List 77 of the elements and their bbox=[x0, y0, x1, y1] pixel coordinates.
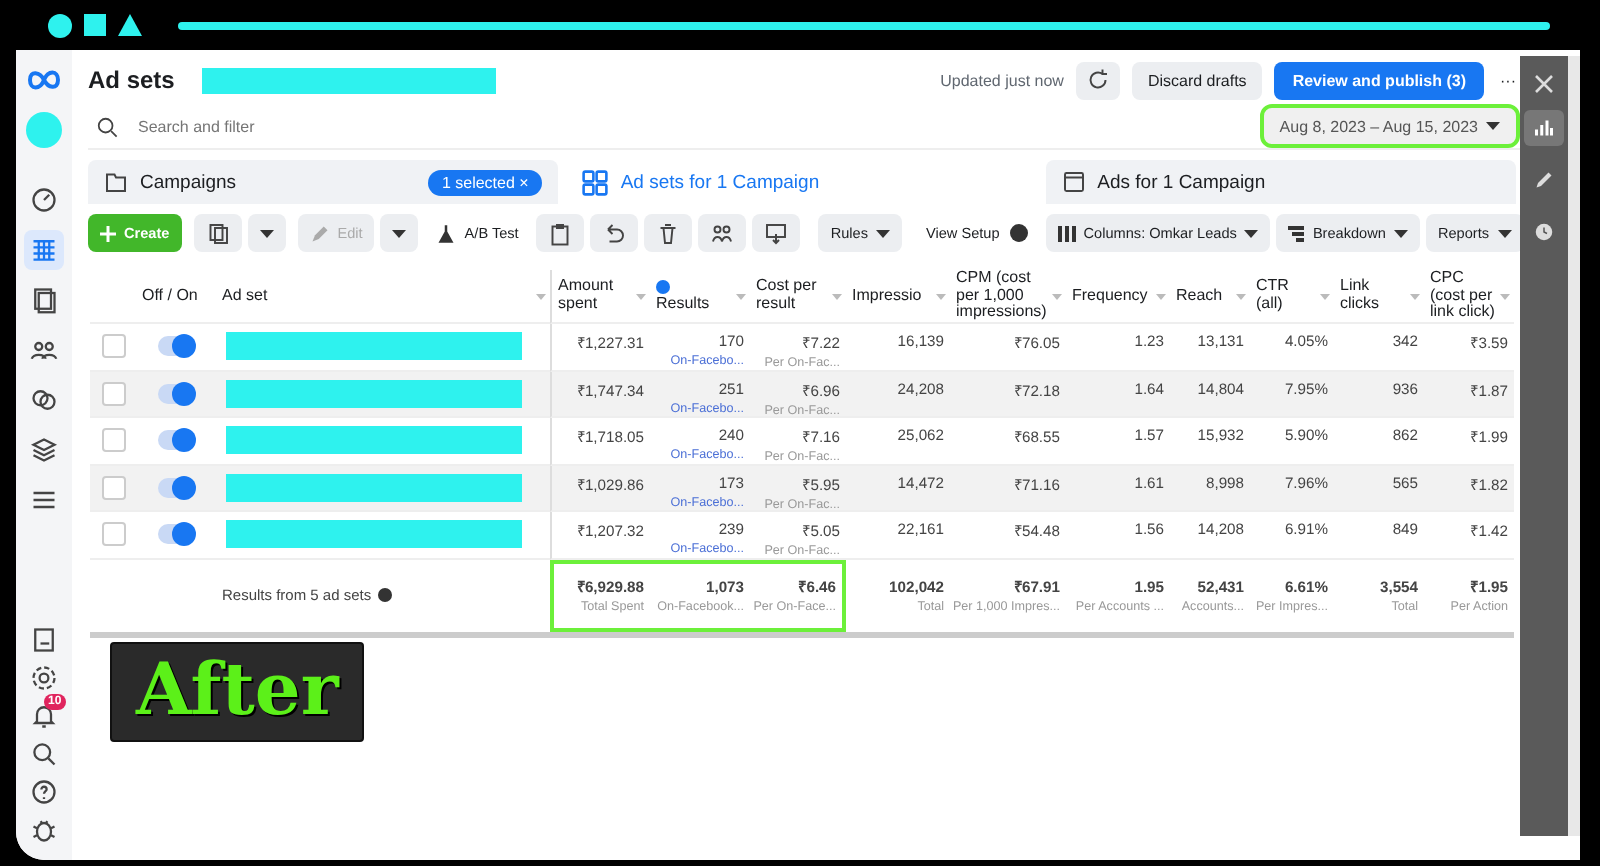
dropdown-button[interactable] bbox=[247, 214, 286, 252]
clipboard-icon[interactable] bbox=[536, 214, 585, 252]
update-status: Updated just now bbox=[940, 71, 1064, 89]
column-header[interactable]: Off / On bbox=[142, 287, 200, 305]
info-icon bbox=[377, 588, 392, 602]
close-icon[interactable] bbox=[1534, 74, 1554, 94]
row-checkbox[interactable] bbox=[101, 381, 125, 406]
info-icon bbox=[656, 279, 670, 294]
column-header[interactable]: CPC (cost per link click) bbox=[1430, 269, 1498, 323]
column-header[interactable]: Reach bbox=[1176, 287, 1223, 305]
caret-icon bbox=[1244, 229, 1259, 237]
caret-icon bbox=[876, 229, 890, 237]
tab[interactable]: Campaigns 1 selected × bbox=[88, 160, 559, 204]
grid-icon[interactable] bbox=[24, 230, 64, 270]
undo-icon[interactable] bbox=[590, 214, 639, 252]
caret-icon bbox=[392, 229, 407, 237]
search-icon[interactable] bbox=[30, 740, 58, 768]
column-header[interactable]: Results bbox=[656, 295, 710, 313]
caret-icon bbox=[1486, 122, 1500, 130]
column-header[interactable]: Impressio bbox=[852, 287, 922, 305]
caret-icon bbox=[1393, 229, 1408, 237]
export-icon[interactable] bbox=[752, 214, 801, 252]
selection-chip[interactable]: 1 selected × bbox=[427, 169, 543, 195]
row-checkbox[interactable] bbox=[101, 475, 125, 500]
tab[interactable]: Ads for 1 Campaign bbox=[1045, 160, 1516, 204]
bell-icon[interactable] bbox=[30, 702, 58, 730]
row-checkbox[interactable] bbox=[101, 334, 125, 359]
tab-label: Ads for 1 Campaign bbox=[1097, 171, 1266, 193]
grid-icon bbox=[582, 169, 609, 195]
column-header[interactable]: CPM (cost per 1,000 impressions) bbox=[956, 269, 1050, 323]
column-header[interactable]: Link clicks bbox=[1340, 278, 1408, 314]
columns-icon bbox=[1057, 225, 1076, 241]
overlay-label: After bbox=[110, 642, 365, 742]
toggle-switch[interactable] bbox=[158, 383, 194, 404]
bar-chart-icon[interactable] bbox=[1524, 110, 1564, 146]
tab-label: Ad sets for 1 Campaign bbox=[620, 171, 820, 193]
column-header[interactable]: Amount spent bbox=[558, 278, 634, 314]
settings-icon[interactable] bbox=[30, 664, 58, 692]
folder-icon bbox=[104, 170, 128, 194]
toggle-switch[interactable] bbox=[158, 524, 194, 545]
caret-icon bbox=[1497, 229, 1512, 237]
page-icon bbox=[1061, 170, 1086, 194]
document-icon[interactable] bbox=[30, 626, 58, 654]
flask-icon bbox=[436, 223, 457, 243]
help-icon[interactable] bbox=[30, 778, 58, 806]
dropdown-button[interactable] bbox=[380, 214, 419, 252]
pencil-icon bbox=[309, 223, 330, 243]
people-icon[interactable] bbox=[698, 214, 747, 252]
square-icon bbox=[84, 14, 106, 36]
date-range-picker[interactable]: Aug 8, 2023 – Aug 15, 2023 bbox=[1263, 108, 1516, 144]
page-title: Ad sets bbox=[88, 66, 175, 94]
column-header[interactable]: Cost per result bbox=[756, 278, 830, 314]
more-button[interactable]: ··· bbox=[1496, 61, 1520, 99]
discard-drafts-button[interactable]: Discard drafts bbox=[1131, 61, 1263, 99]
search-icon bbox=[96, 115, 118, 137]
row-checkbox[interactable] bbox=[101, 428, 125, 453]
trash-icon[interactable] bbox=[644, 214, 693, 252]
infinity-logo-icon[interactable] bbox=[26, 70, 62, 90]
view-setup-toggle[interactable] bbox=[1009, 224, 1028, 242]
triangle-icon bbox=[118, 14, 142, 36]
row-checkbox[interactable] bbox=[101, 522, 125, 547]
publish-button[interactable]: Review and publish (3) bbox=[1274, 61, 1484, 99]
circle-icon bbox=[48, 13, 72, 37]
caret-icon bbox=[259, 229, 274, 237]
duplicate-icon[interactable] bbox=[193, 214, 242, 252]
breakdown-icon bbox=[1288, 225, 1305, 241]
toggle-switch[interactable] bbox=[158, 430, 194, 451]
bug-icon[interactable] bbox=[30, 816, 58, 844]
toggle-switch[interactable] bbox=[158, 336, 194, 357]
column-header[interactable]: Frequency bbox=[1072, 287, 1148, 305]
column-header[interactable]: Ad set bbox=[222, 287, 534, 305]
column-header[interactable]: CTR (all) bbox=[1256, 278, 1318, 314]
clear-selection-button[interactable]: × bbox=[519, 173, 529, 191]
tab-label: Campaigns bbox=[140, 171, 237, 193]
toggle-switch[interactable] bbox=[158, 477, 194, 498]
plus-icon bbox=[100, 225, 116, 241]
refresh-icon[interactable] bbox=[1075, 61, 1120, 99]
